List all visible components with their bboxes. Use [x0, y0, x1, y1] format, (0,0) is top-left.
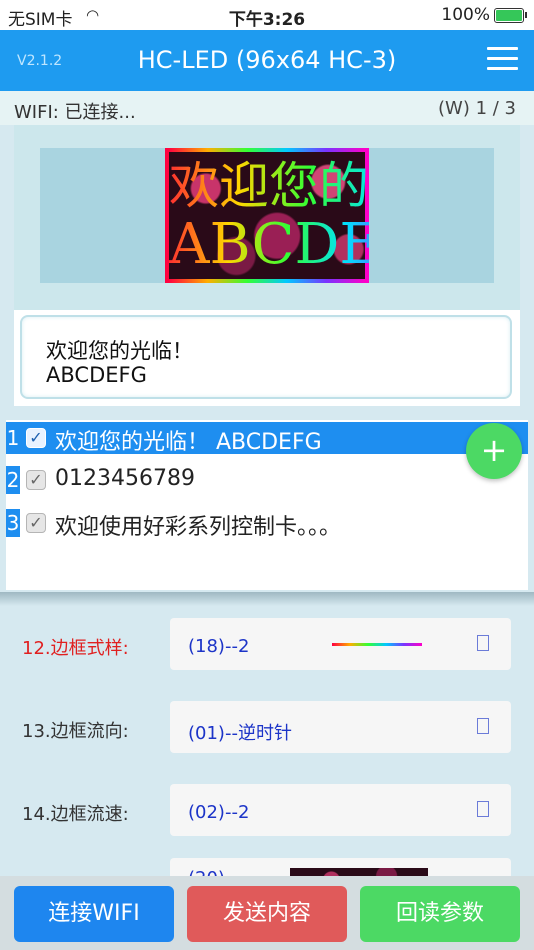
nav-bar: V2.1.2 HC-LED (96x64 HC-3)	[0, 30, 534, 91]
item-text: 0123456789	[55, 466, 195, 491]
wifi-status-text: WIFI: 已连接...	[14, 102, 136, 123]
content-text-area[interactable]: 欢迎您的光临！ ABCDEFG	[20, 315, 512, 399]
item-number: 1	[6, 424, 20, 452]
battery-icon	[494, 7, 527, 23]
border-style-select[interactable]: (18)--2	[170, 618, 511, 670]
item-text: 欢迎您的光临！ ABCDEFG	[55, 430, 322, 455]
param-value: (02)--2	[188, 802, 250, 823]
list-item[interactable]: 2 ✓ 0123456789	[6, 464, 528, 496]
dropdown-icon	[477, 801, 489, 817]
param-value: (18)--2	[188, 636, 250, 657]
preview-line-1: 欢迎您的光临！	[169, 148, 369, 218]
page-indicator: (W) 1 / 3	[438, 98, 516, 119]
add-item-button[interactable]: +	[466, 423, 522, 479]
border-style-preview	[332, 643, 422, 646]
checkbox-checked-icon[interactable]: ✓	[26, 428, 46, 448]
param-label-border-speed: 14.边框流速:	[22, 804, 129, 825]
param-label-border-style: 12.边框式样:	[22, 638, 129, 659]
param-value: (01)--逆时针	[188, 723, 292, 744]
border-direction-select[interactable]: (01)--逆时针	[170, 701, 511, 753]
border-speed-select[interactable]: (02)--2	[170, 784, 511, 836]
page-title: HC-LED (96x64 HC-3)	[137, 46, 397, 74]
item-text: 欢迎使用好彩系列控制卡。。。	[55, 515, 342, 540]
checkbox-checked-icon[interactable]: ✓	[26, 470, 46, 490]
checkbox-checked-icon[interactable]: ✓	[26, 513, 46, 533]
editor-line-2: ABCDEFG	[46, 363, 147, 387]
wifi-status-row: WIFI: 已连接... (W) 1 / 3	[0, 91, 534, 125]
editor-line-1: 欢迎您的光临！	[46, 339, 193, 363]
param-label-border-direction: 13.边框流向:	[22, 721, 129, 742]
hamburger-menu-icon[interactable]	[487, 47, 518, 71]
connect-wifi-button[interactable]: 连接WIFI	[14, 886, 174, 942]
preview-line-2: ABCDEFG	[169, 212, 369, 277]
content-editor: 欢迎您的光临！ ABCDEFG	[14, 310, 520, 406]
status-bar: 无SIM卡 ◠ 下午3:26 100%	[0, 0, 534, 30]
led-preview-screen[interactable]: 欢迎您的光临！ ABCDEFG	[165, 148, 369, 283]
list-item[interactable]: 3 ✓ 欢迎使用好彩系列控制卡。。。	[6, 507, 528, 540]
dropdown-icon	[477, 718, 489, 734]
program-list: 1 ✓ 欢迎您的光临！ ABCDEFG 2 ✓ 0123456789 3 ✓ 欢…	[6, 420, 528, 590]
battery-percent: 100%	[441, 5, 490, 25]
led-preview-panel: 欢迎您的光临！ ABCDEFG	[14, 125, 520, 310]
list-item[interactable]: 1 ✓ 欢迎您的光临！ ABCDEFG	[6, 422, 528, 455]
bottom-toolbar: 连接WIFI 发送内容 回读参数	[0, 876, 534, 950]
read-params-button[interactable]: 回读参数	[360, 886, 520, 942]
divider	[0, 592, 534, 606]
send-content-button[interactable]: 发送内容	[187, 886, 347, 942]
item-number: 2	[6, 466, 20, 494]
dropdown-icon	[477, 635, 489, 651]
item-number: 3	[6, 509, 20, 537]
